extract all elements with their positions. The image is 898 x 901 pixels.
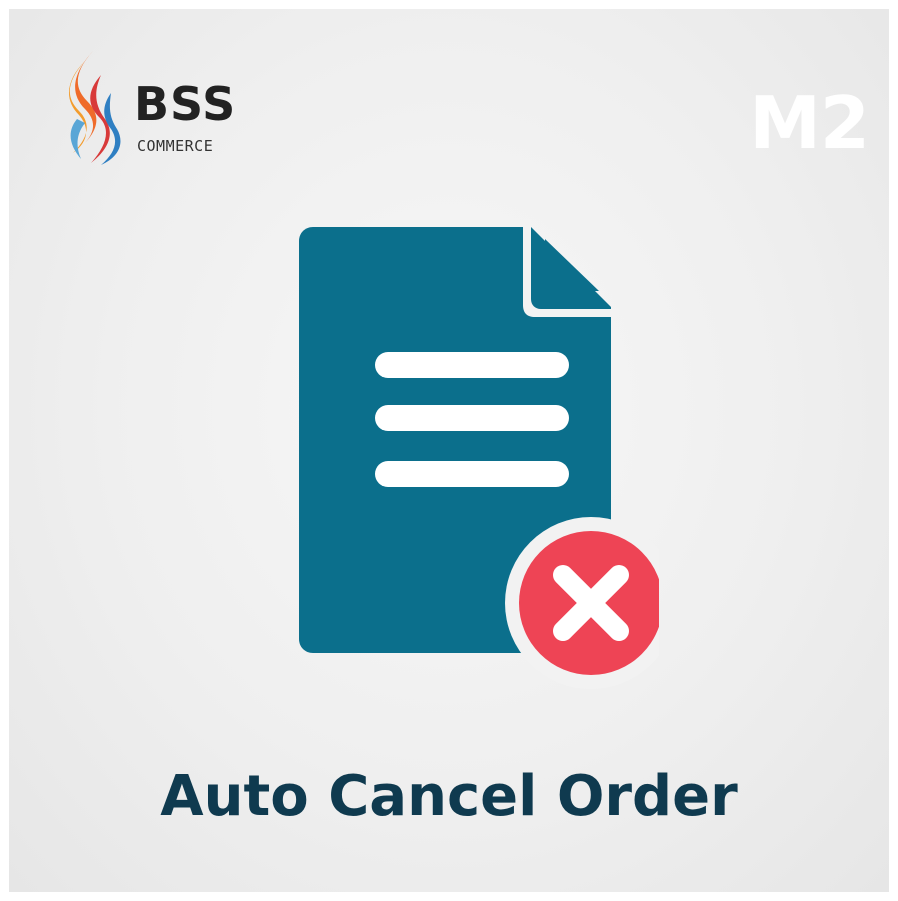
document-line [375, 352, 569, 378]
banner: BSS COMMERCE M2 Auto Cancel Order [9, 9, 889, 892]
document-icon [299, 219, 659, 689]
document-line [375, 461, 569, 487]
brand-logo: BSS COMMERCE [55, 49, 285, 169]
brand-name: BSS [134, 77, 237, 131]
brand-subtitle: COMMERCE [137, 137, 214, 155]
flame-logo-icon [68, 51, 121, 165]
product-title: Auto Cancel Order [160, 764, 738, 829]
version-badge: M2 [749, 81, 870, 165]
document-line [375, 405, 569, 431]
